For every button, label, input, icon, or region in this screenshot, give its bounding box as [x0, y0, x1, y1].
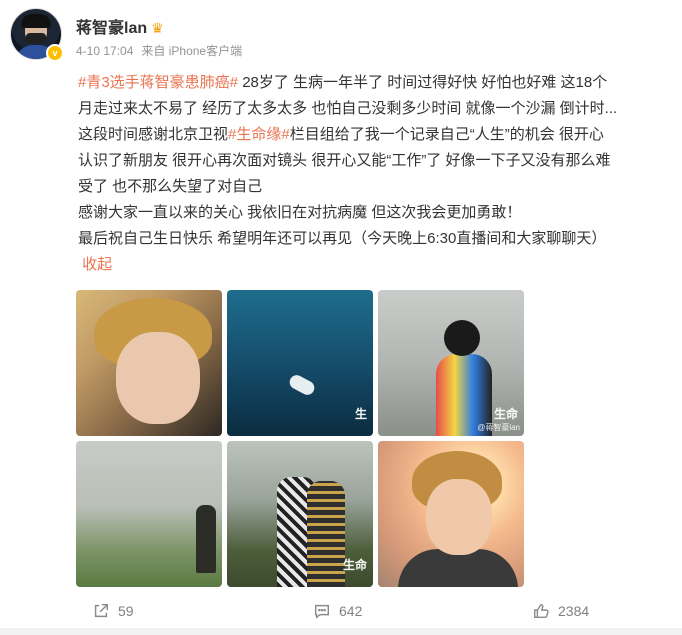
like-count: 2384: [558, 603, 590, 619]
image-grid: 生 生命 @蒋智豪lan 生命: [76, 290, 524, 587]
image-thumbnail[interactable]: [76, 290, 222, 436]
collapse-link[interactable]: 收起: [82, 256, 112, 273]
content-line: 这段时间感谢北京卫视#生命缘#栏目组给了我一个记录自己“人生”的机会 很开心: [78, 122, 674, 148]
image-thumbnail[interactable]: 生: [227, 290, 373, 436]
watermark: 生命: [342, 558, 367, 572]
content-text: 认识了新朋友 很开心再次面对镜头 很开心又能“工作”了 好像一下子又没有那么难: [78, 152, 611, 169]
share-icon: [94, 603, 109, 618]
content-line: 月走过来太不易了 经历了太多太多 也怕自己没剩多少时间 就像一个沙漏 倒计时..…: [78, 96, 674, 122]
content-text: 感谢大家一直以来的关心 我依旧在对抗病魔 但这次我会更加勇敢！: [78, 204, 522, 221]
comment-icon: [314, 604, 330, 619]
verified-icon: v: [46, 44, 64, 62]
content-text: 受了 也不那么失望了对自己: [78, 178, 263, 195]
divider: [0, 628, 682, 635]
content-line: 最后祝自己生日快乐 希望明年还可以再见（今天晚上6:30直播间和大家聊聊天）: [78, 226, 674, 252]
content-line: 认识了新朋友 很开心再次面对镜头 很开心又能“工作”了 好像一下子又没有那么难: [78, 148, 674, 174]
content-text: 这段时间感谢北京卫视: [78, 126, 229, 143]
image-thumbnail[interactable]: [76, 441, 222, 587]
comment-button[interactable]: 642: [313, 596, 362, 626]
share-count: 59: [118, 603, 134, 619]
like-icon: [533, 603, 549, 619]
watermark-handle: @蒋智豪lan: [477, 423, 520, 432]
author-name-label[interactable]: 蒋智豪lan: [76, 20, 147, 37]
watermark: 生: [354, 407, 367, 421]
image-thumbnail[interactable]: 生命 @蒋智豪lan: [378, 290, 524, 436]
content-line: 收起: [78, 252, 674, 278]
post-header: v 蒋智豪lan ♛ 4-10 17:04 来自 iPhone客户端: [10, 8, 670, 64]
share-button[interactable]: 59: [92, 596, 134, 626]
comment-count: 642: [339, 603, 363, 619]
content-text: 最后祝自己生日快乐 希望明年还可以再见（今天晚上6:30直播间和大家聊聊天）: [78, 230, 607, 247]
image-thumbnail[interactable]: [378, 441, 524, 587]
like-button[interactable]: 2384: [532, 596, 589, 626]
action-bar: 59 642 2384: [0, 596, 682, 626]
content-text: 28岁了 生病一年半了 时间过得好快 好怕也好难 这18个: [238, 74, 608, 91]
hashtag-link[interactable]: #生命缘#: [228, 126, 290, 143]
image-thumbnail[interactable]: 生命: [227, 441, 373, 587]
content-text: 月走过来太不易了 经历了太多太多 也怕自己没剩多少时间 就像一个沙漏 倒计时..…: [78, 100, 618, 117]
post-content: #青3选手蒋智豪患肺癌# 28岁了 生病一年半了 时间过得好快 好怕也好难 这1…: [78, 70, 674, 278]
content-line: 受了 也不那么失望了对自己: [78, 174, 674, 200]
content-line: #青3选手蒋智豪患肺癌# 28岁了 生病一年半了 时间过得好快 好怕也好难 这1…: [78, 70, 674, 96]
crown-icon: ♛: [151, 20, 164, 36]
content-text: 栏目组给了我一个记录自己“人生”的机会 很开心: [289, 126, 604, 143]
content-line: 感谢大家一直以来的关心 我依旧在对抗病魔 但这次我会更加勇敢！: [78, 200, 674, 226]
post-time[interactable]: 4-10 17:04: [76, 44, 133, 58]
post-source: 来自 iPhone客户端: [141, 44, 243, 58]
author-name[interactable]: 蒋智豪lan ♛: [76, 14, 164, 38]
hashtag-link[interactable]: #青3选手蒋智豪患肺癌#: [78, 74, 238, 91]
post-meta: 4-10 17:04 来自 iPhone客户端: [76, 42, 242, 59]
watermark: 生命: [493, 407, 518, 421]
